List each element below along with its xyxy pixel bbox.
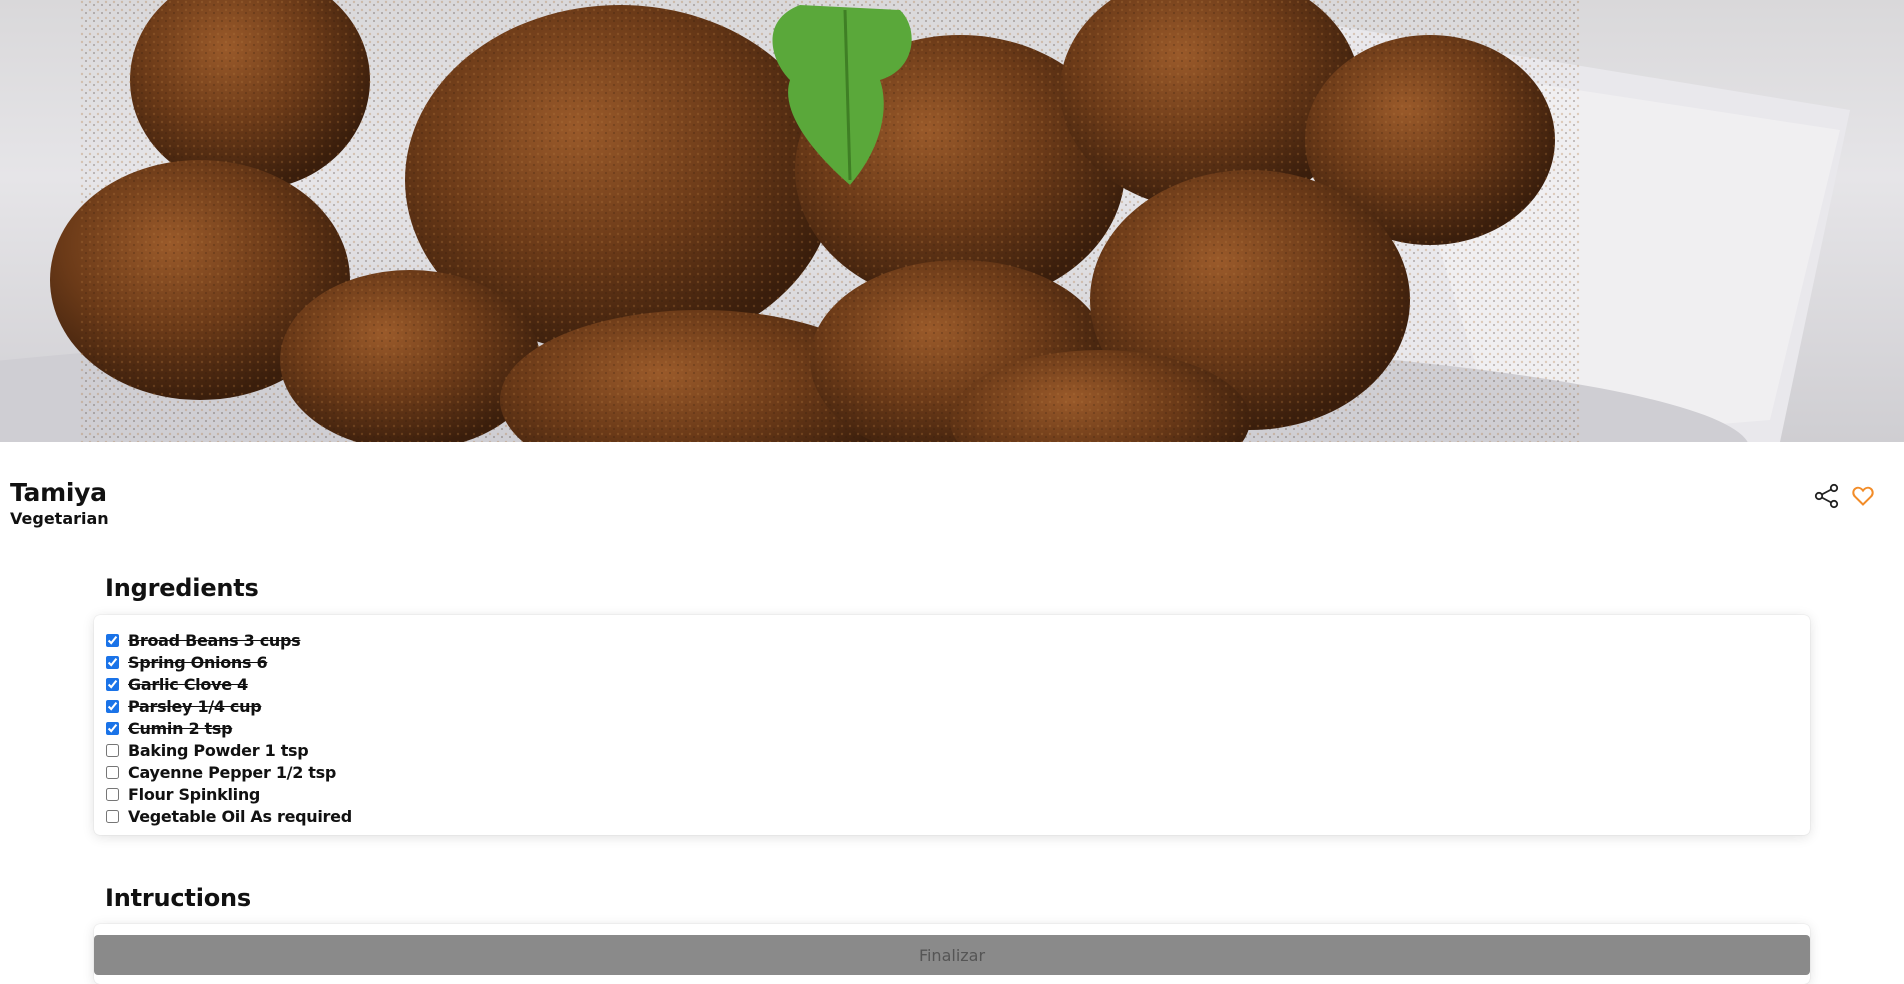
ingredient-checkbox[interactable]: [106, 787, 119, 801]
recipe-hero-image: [0, 0, 1904, 442]
finish-button[interactable]: Finalizar: [94, 935, 1810, 975]
ingredient-label[interactable]: Parsley 1/4 cup: [128, 697, 262, 716]
heart-outline-icon[interactable]: [1850, 483, 1876, 509]
ingredient-label[interactable]: Baking Powder 1 tsp: [128, 741, 309, 760]
recipe-header: Tamiya Vegetarian: [10, 478, 109, 528]
ingredients-heading: Ingredients: [105, 574, 259, 602]
ingredient-item: Broad Beans 3 cups: [106, 629, 1810, 651]
ingredient-label[interactable]: Garlic Clove 4: [128, 675, 248, 694]
ingredient-label[interactable]: Cayenne Pepper 1/2 tsp: [128, 763, 336, 782]
ingredient-label[interactable]: Vegetable Oil As required: [128, 807, 352, 826]
ingredient-checkbox[interactable]: [106, 809, 119, 823]
instructions-heading: Intructions: [105, 884, 251, 912]
ingredient-label[interactable]: Flour Spinkling: [128, 785, 260, 804]
ingredient-label[interactable]: Spring Onions 6: [128, 653, 268, 672]
ingredients-list: Broad Beans 3 cups Spring Onions 6 Garlic …: [94, 615, 1810, 835]
ingredient-checkbox[interactable]: [106, 721, 119, 735]
ingredient-label[interactable]: Broad Beans 3 cups: [128, 631, 301, 650]
ingredient-item: Baking Powder 1 tsp: [106, 739, 1810, 761]
recipe-actions: [1814, 483, 1876, 509]
ingredient-item: Cumin 2 tsp: [106, 717, 1810, 739]
share-icon[interactable]: [1814, 483, 1840, 509]
ingredient-checkbox[interactable]: [106, 743, 119, 757]
ingredient-item: Flour Spinkling: [106, 783, 1810, 805]
ingredient-item: Garlic Clove 4: [106, 673, 1810, 695]
ingredient-checkbox[interactable]: [106, 677, 119, 691]
ingredient-item: Cayenne Pepper 1/2 tsp: [106, 761, 1810, 783]
ingredient-checkbox[interactable]: [106, 765, 119, 779]
ingredient-item: Vegetable Oil As required: [106, 805, 1810, 827]
ingredient-item: Parsley 1/4 cup: [106, 695, 1810, 717]
ingredient-checkbox[interactable]: [106, 633, 119, 647]
ingredient-checkbox[interactable]: [106, 655, 119, 669]
recipe-title: Tamiya: [10, 478, 107, 507]
ingredient-label[interactable]: Cumin 2 tsp: [128, 719, 233, 738]
ingredient-checkbox[interactable]: [106, 699, 119, 713]
ingredient-item: Spring Onions 6: [106, 651, 1810, 673]
recipe-category: Vegetarian: [10, 509, 109, 528]
